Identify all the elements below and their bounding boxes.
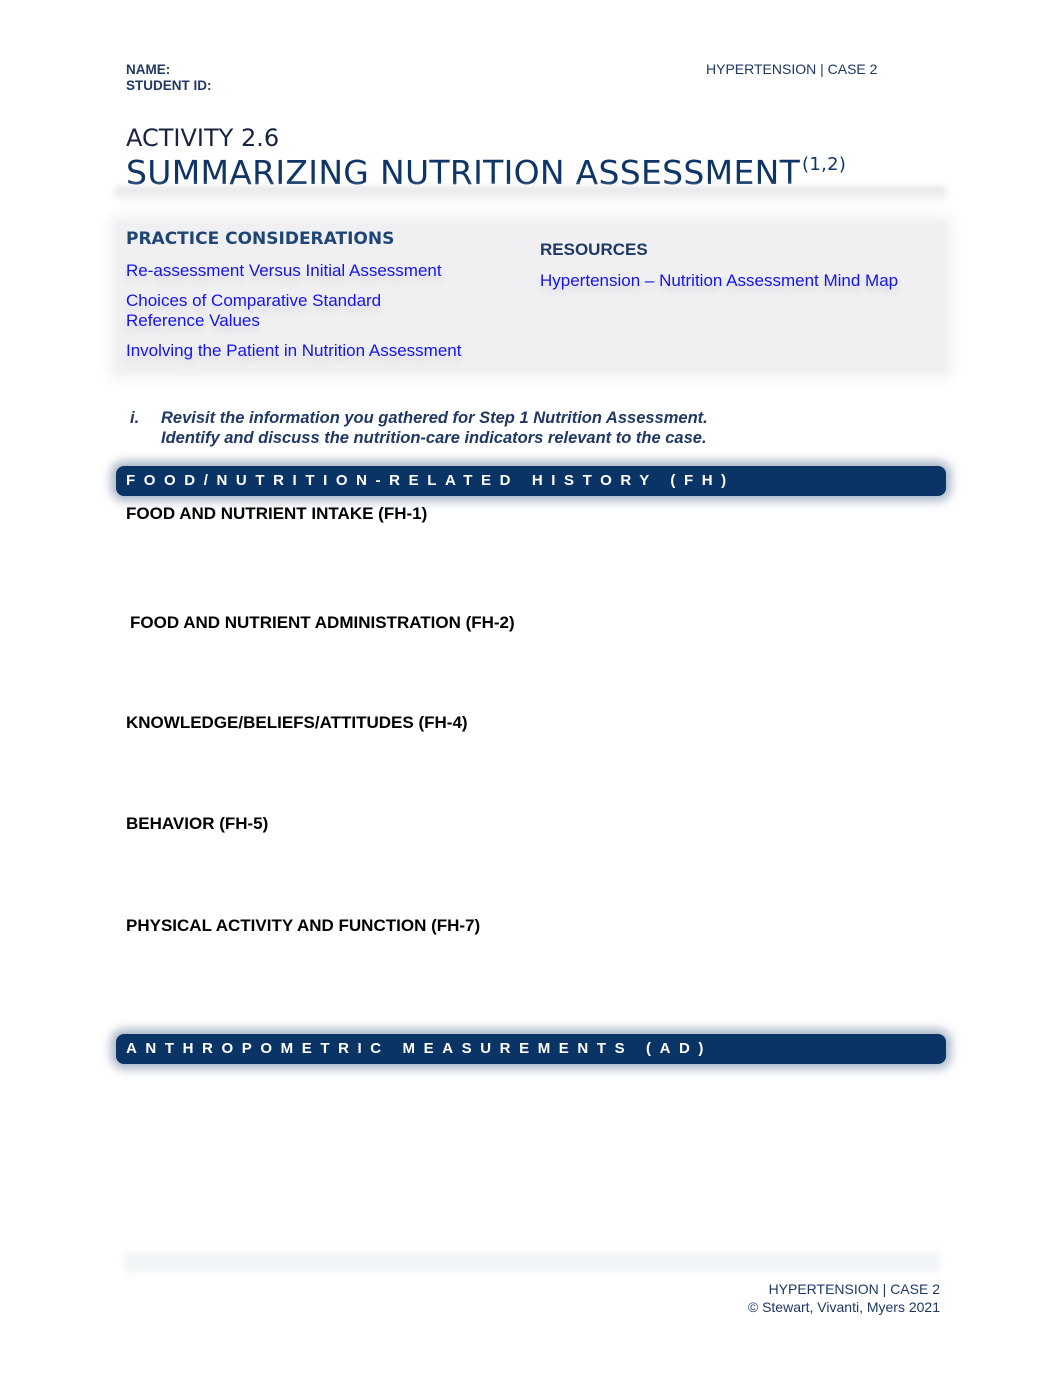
activity-number: ACTIVITY 2.6 (126, 124, 280, 152)
instruction-line-2: Identify and discuss the nutrition-care … (161, 429, 707, 447)
subsection-physical-activity: PHYSICAL ACTIVITY AND FUNCTION (FH-7) (126, 916, 481, 935)
name-label: NAME: (126, 62, 171, 77)
instruction-number: i. (130, 409, 140, 427)
subsection-knowledge-beliefs: KNOWLEDGE/BELIEFS/ATTITUDES (FH-4) (126, 713, 468, 732)
footer: HYPERTENSION | CASE 2 © Stewart, Vivanti… (748, 1281, 940, 1316)
student-info: NAME: STUDENT ID: (126, 62, 212, 94)
link-mind-map[interactable]: Hypertension – Nutrition Assessment Mind… (540, 271, 898, 291)
link-involving-patient[interactable]: Involving the Patient in Nutrition Asses… (126, 341, 461, 361)
practice-considerations-links: Re-assessment Versus Initial Assessment … (126, 261, 461, 371)
section-band-food-history: FOOD/NUTRITION-RELATED HISTORY (FH) (116, 466, 946, 496)
student-id-label: STUDENT ID: (126, 78, 212, 93)
header-case-label: HYPERTENSION | CASE 2 (706, 61, 878, 77)
footer-copyright: © Stewart, Vivanti, Myers 2021 (747, 1298, 940, 1315)
instruction-text: Revisit the information you gathered for… (161, 408, 708, 448)
link-comparative-standards[interactable]: Choices of Comparative Standard Referenc… (126, 291, 426, 331)
resources-heading: RESOURCES (540, 240, 648, 259)
subsection-behavior: BEHAVIOR (FH-5) (126, 814, 269, 833)
section-title: ANTHROPOMETRIC MEASUREMENTS (AD) (126, 1040, 713, 1057)
subsection-food-administration: FOOD AND NUTRIENT ADMINISTRATION (FH-2) (130, 613, 515, 632)
link-reassessment[interactable]: Re-assessment Versus Initial Assessment (126, 261, 461, 281)
footer-case-label: HYPERTENSION | CASE 2 (768, 1281, 940, 1297)
title-citation: (1,2) (802, 154, 847, 175)
resources-links: Hypertension – Nutrition Assessment Mind… (540, 271, 898, 291)
title-underline-shadow (114, 186, 948, 202)
instruction-line-1: Revisit the information you gathered for… (161, 409, 708, 427)
practice-considerations-heading: PRACTICE CONSIDERATIONS (126, 229, 395, 249)
section-band-anthropometric: ANTHROPOMETRIC MEASUREMENTS (AD) (116, 1034, 946, 1064)
subsection-food-intake: FOOD AND NUTRIENT INTAKE (FH-1) (126, 504, 428, 523)
footer-divider-shadow (124, 1250, 940, 1274)
section-title: FOOD/NUTRITION-RELATED HISTORY (FH) (126, 472, 735, 489)
